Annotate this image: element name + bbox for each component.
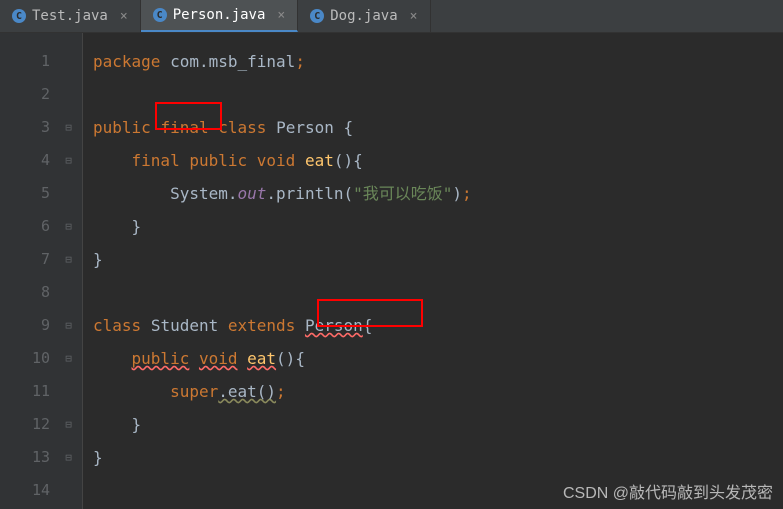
line-number: 8: [0, 276, 55, 309]
fold-marker[interactable]: ⊟: [55, 111, 82, 144]
watermark: CSDN @敲代码敲到头发茂密: [563, 479, 773, 503]
code-line-9[interactable]: class Student extends Person{: [93, 309, 783, 342]
line-number: 14: [0, 474, 55, 507]
code-line-6[interactable]: }: [93, 210, 783, 243]
line-number: 2: [0, 78, 55, 111]
fold-marker[interactable]: ⊟: [55, 309, 82, 342]
code-line-13[interactable]: }: [93, 441, 783, 474]
tab-test[interactable]: C Test.java ×: [0, 0, 141, 32]
close-icon[interactable]: ×: [277, 8, 285, 23]
line-number: 4: [0, 144, 55, 177]
tab-dog[interactable]: C Dog.java ×: [298, 0, 430, 32]
editor-area: 1 2 3 4 5 6 7 8 9 10 11 12 13 14 ⊟ ⊟ ⊟ ⊟…: [0, 33, 783, 509]
tab-bar: C Test.java × C Person.java × C Dog.java…: [0, 0, 783, 33]
line-number: 7: [0, 243, 55, 276]
fold-marker[interactable]: [55, 276, 82, 309]
code-line-4[interactable]: final public void eat(){: [93, 144, 783, 177]
tab-label: Test.java: [32, 8, 108, 24]
java-class-icon: C: [12, 9, 26, 23]
fold-marker[interactable]: [55, 474, 82, 507]
code-line-5[interactable]: System.out.println("我可以吃饭");: [93, 177, 783, 210]
close-icon[interactable]: ×: [410, 9, 418, 24]
tab-person[interactable]: C Person.java ×: [141, 0, 299, 32]
code-line-8[interactable]: [93, 276, 783, 309]
fold-marker[interactable]: ⊟: [55, 342, 82, 375]
fold-marker[interactable]: [55, 177, 82, 210]
fold-marker[interactable]: ⊟: [55, 144, 82, 177]
fold-marker[interactable]: ⊟: [55, 210, 82, 243]
line-number: 6: [0, 210, 55, 243]
code-line-2[interactable]: [93, 78, 783, 111]
tab-label: Person.java: [173, 7, 266, 23]
line-number-gutter: 1 2 3 4 5 6 7 8 9 10 11 12 13 14: [0, 33, 55, 509]
tab-label: Dog.java: [330, 8, 397, 24]
code-area[interactable]: package com.msb_final; public final clas…: [83, 33, 783, 509]
code-line-10[interactable]: public void eat(){: [93, 342, 783, 375]
fold-marker[interactable]: ⊟: [55, 441, 82, 474]
line-number: 5: [0, 177, 55, 210]
code-line-12[interactable]: }: [93, 408, 783, 441]
fold-gutter: ⊟ ⊟ ⊟ ⊟ ⊟ ⊟ ⊟ ⊟: [55, 33, 83, 509]
close-icon[interactable]: ×: [120, 9, 128, 24]
code-line-3[interactable]: public final class Person {: [93, 111, 783, 144]
fold-marker[interactable]: [55, 375, 82, 408]
fold-marker[interactable]: ⊟: [55, 243, 82, 276]
line-number: 10: [0, 342, 55, 375]
code-line-11[interactable]: super.eat();: [93, 375, 783, 408]
line-number: 12: [0, 408, 55, 441]
line-number: 9: [0, 309, 55, 342]
fold-marker[interactable]: ⊟: [55, 408, 82, 441]
java-class-icon: C: [153, 8, 167, 22]
line-number: 3: [0, 111, 55, 144]
code-line-7[interactable]: }: [93, 243, 783, 276]
java-class-icon: C: [310, 9, 324, 23]
fold-marker[interactable]: [55, 45, 82, 78]
fold-marker[interactable]: [55, 78, 82, 111]
code-line-1[interactable]: package com.msb_final;: [93, 45, 783, 78]
line-number: 1: [0, 45, 55, 78]
line-number: 11: [0, 375, 55, 408]
line-number: 13: [0, 441, 55, 474]
